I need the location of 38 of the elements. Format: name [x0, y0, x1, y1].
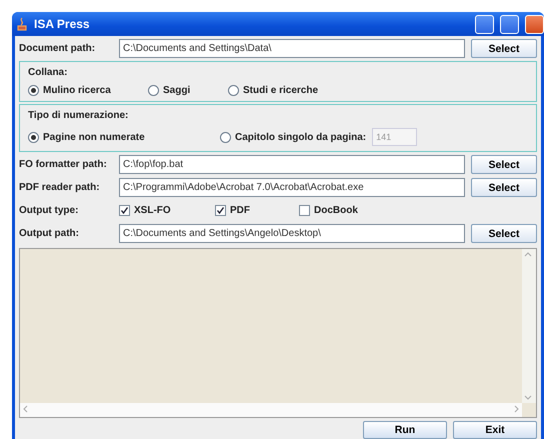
- path-field[interactable]: C:\Documents and Settings\Data\: [119, 39, 465, 58]
- field-label: Document path:: [19, 43, 96, 54]
- group-title: Collana:: [28, 67, 68, 78]
- radio-label[interactable]: Capitolo singolo da pagina:: [235, 132, 366, 142]
- checkbox[interactable]: [299, 205, 310, 216]
- group-title: Tipo di numerazione:: [28, 110, 130, 121]
- path-field[interactable]: C:\Programmi\Adobe\Acrobat 7.0\Acrobat\Acrobat.exe: [119, 178, 465, 197]
- field-label: Output path:: [19, 228, 80, 239]
- app-icon: [16, 17, 28, 31]
- window-title: ISA Press: [34, 17, 91, 31]
- checkbox-label[interactable]: PDF: [230, 205, 250, 216]
- action-button[interactable]: Exit: [453, 421, 537, 439]
- radio-label[interactable]: Saggi: [163, 85, 190, 96]
- minimize-button[interactable]: [475, 14, 494, 34]
- checkbox-label[interactable]: DocBook: [314, 205, 358, 216]
- select-button[interactable]: Select: [471, 39, 537, 58]
- select-button[interactable]: Select: [471, 224, 537, 243]
- select-button[interactable]: Select: [471, 178, 537, 197]
- close-button[interactable]: [525, 14, 544, 34]
- action-button[interactable]: Run: [363, 421, 447, 439]
- radio-button[interactable]: [220, 132, 231, 142]
- path-field[interactable]: C:\Documents and Settings\Angelo\Desktop\: [119, 224, 465, 243]
- checkbox-label[interactable]: XSL-FO: [134, 205, 171, 216]
- field-label: Output type:: [19, 205, 80, 216]
- select-button[interactable]: Select: [471, 155, 537, 174]
- radio-button[interactable]: [228, 85, 239, 96]
- radio-label[interactable]: Studi e ricerche: [243, 85, 318, 96]
- checkbox[interactable]: [215, 205, 226, 216]
- field-label: FO formatter path:: [19, 159, 108, 170]
- radio-button[interactable]: [28, 85, 39, 96]
- radio-button[interactable]: [148, 85, 159, 96]
- path-field[interactable]: C:\fop\fop.bat: [119, 155, 465, 174]
- radio-label[interactable]: Mulino ricerca: [43, 85, 111, 96]
- field-label: PDF reader path:: [19, 182, 101, 193]
- checkbox[interactable]: [119, 205, 130, 216]
- maximize-button[interactable]: [500, 14, 519, 34]
- radio-label[interactable]: Pagine non numerate: [43, 132, 145, 142]
- radio-button[interactable]: [28, 132, 39, 142]
